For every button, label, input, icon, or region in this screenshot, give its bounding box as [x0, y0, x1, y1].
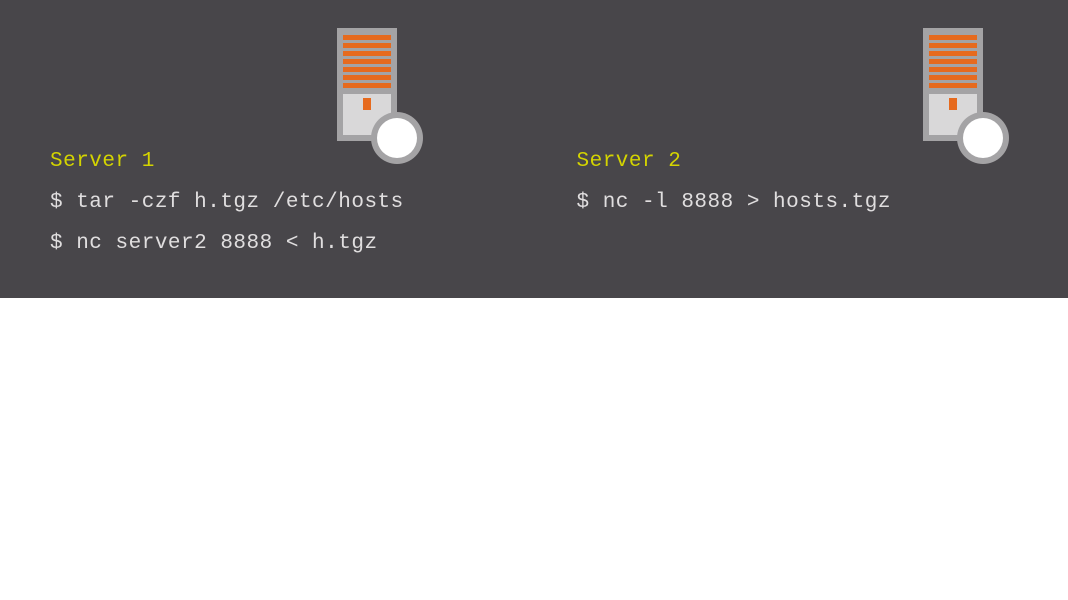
columns-container: Server 1 $ tar -czf h.tgz /etc/hosts $ n…	[0, 0, 1068, 298]
server-icon	[337, 28, 437, 173]
server1-cmd-1: $ tar -czf h.tgz /etc/hosts	[50, 191, 542, 214]
server1-title: Server 1	[50, 150, 542, 173]
terminal-panel: Server 1 $ tar -czf h.tgz /etc/hosts $ n…	[0, 0, 1068, 298]
server2-column: Server 2 $ nc -l 8888 > hosts.tgz	[542, 0, 1068, 298]
server-icon	[923, 28, 1023, 173]
server1-cmd-2: $ nc server2 8888 < h.tgz	[50, 232, 542, 255]
server2-cmd-1: $ nc -l 8888 > hosts.tgz	[577, 191, 1068, 214]
server1-column: Server 1 $ tar -czf h.tgz /etc/hosts $ n…	[0, 0, 542, 298]
